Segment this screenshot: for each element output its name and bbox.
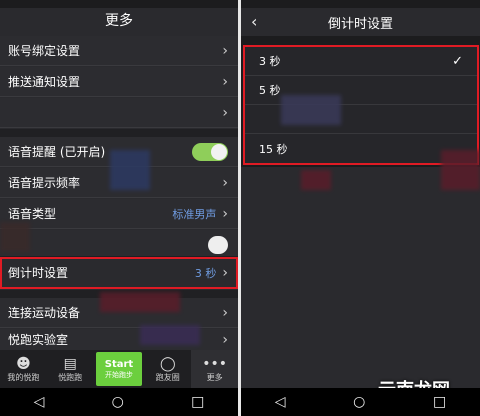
recents-square-icon[interactable]: □ — [433, 394, 446, 410]
system-nav-bar: ◁ ○ □ — [0, 388, 238, 416]
checkmark-icon: ✓ — [452, 53, 463, 69]
screenshot-root: 更多 账号绑定设置 › 推送通知设置 › › 语音提醒 (已开启) 语音提示频率… — [0, 0, 480, 416]
option-label: 3 秒 — [259, 55, 281, 68]
tab-yuepao[interactable]: ▤ 悦跑跑 — [47, 350, 94, 388]
chat-icon: ◯ — [159, 355, 176, 372]
status-bar — [241, 0, 480, 8]
voice-type-value: 标准男声 — [172, 207, 217, 221]
toggle-knob — [211, 143, 227, 160]
empty-area — [241, 167, 480, 388]
menu-item-label: 推送通知设置 — [8, 75, 81, 89]
voice-reminder-toggle[interactable] — [192, 142, 228, 161]
chevron-right-icon: › — [222, 73, 228, 90]
back-triangle-icon[interactable]: ◁ — [34, 394, 45, 410]
user-icon: ☻ — [16, 355, 31, 372]
toggle-knob — [209, 236, 225, 253]
book-icon: ▤ — [63, 355, 77, 372]
start-sublabel: 开始跑步 — [104, 370, 133, 379]
blurred-patch — [100, 292, 180, 312]
tab-label: 悦跑跑 — [58, 372, 83, 382]
menu-item-label: 语音提醒 (已开启) — [8, 145, 106, 159]
menu-item-label: 账号绑定设置 — [8, 44, 81, 58]
menu-item-blank[interactable]: › — [0, 98, 238, 128]
tab-my-profile[interactable]: ☻ 我的悦跑 — [0, 350, 47, 388]
chevron-right-icon: › — [222, 42, 228, 59]
menu-item-push-notifications[interactable]: 推送通知设置 › — [0, 67, 238, 97]
system-nav-bar: ◁ ○ □ — [241, 388, 480, 416]
menu-item-label: 语音类型 — [8, 207, 57, 221]
countdown-option-3s[interactable]: 3 秒 ✓ — [245, 47, 477, 76]
tab-label: 更多 — [206, 372, 223, 382]
page-header: ‹ 倒计时设置 — [241, 8, 480, 36]
chevron-right-icon: › — [222, 174, 228, 191]
tab-label: 我的悦跑 — [7, 372, 40, 382]
chevron-right-icon: › — [222, 304, 228, 321]
tab-friends-circle[interactable]: ◯ 跑友圈 — [144, 350, 191, 388]
page-title: 倒计时设置 — [327, 16, 393, 32]
chevron-right-icon: › — [222, 331, 228, 348]
bottom-tab-bar: ☻ 我的悦跑 ▤ 悦跑跑 Start 开始跑步 ◯ 跑友圈 ••• 更多 — [0, 350, 238, 388]
home-circle-icon[interactable]: ○ — [353, 394, 365, 410]
back-arrow-icon[interactable]: ‹ — [251, 12, 257, 31]
blurred-patch — [110, 150, 150, 190]
menu-item-account-binding[interactable]: 账号绑定设置 › — [0, 36, 238, 66]
section-divider — [0, 129, 238, 137]
chevron-right-icon: › — [222, 205, 228, 222]
countdown-highlight-box — [0, 257, 238, 289]
start-label: Start — [104, 358, 134, 370]
chevron-right-icon: › — [222, 104, 228, 121]
blurred-patch — [301, 170, 331, 190]
blurred-patch — [0, 222, 30, 252]
menu-item-lab[interactable]: 悦跑实验室 › — [0, 329, 238, 351]
blurred-toggle[interactable] — [208, 235, 228, 254]
page-title: 更多 — [0, 8, 238, 34]
start-run-button[interactable]: Start 开始跑步 — [95, 352, 143, 386]
recents-square-icon[interactable]: □ — [191, 394, 204, 410]
more-icon: ••• — [202, 355, 227, 372]
blurred-patch — [140, 325, 200, 345]
blurred-patch — [441, 150, 480, 190]
more-screen: 更多 账号绑定设置 › 推送通知设置 › › 语音提醒 (已开启) 语音提示频率… — [0, 0, 238, 416]
blurred-patch — [281, 95, 341, 125]
countdown-settings-screen: ‹ 倒计时设置 3 秒 ✓ 5 秒 15 秒 云南龙网 ◁ ○ — [241, 0, 480, 416]
countdown-options-highlight: 3 秒 ✓ 5 秒 15 秒 — [243, 45, 479, 165]
countdown-option-5s[interactable]: 5 秒 — [245, 76, 477, 105]
back-triangle-icon[interactable]: ◁ — [275, 394, 286, 410]
option-label: 15 秒 — [259, 142, 288, 156]
tab-label: 跑友圈 — [155, 372, 180, 382]
status-bar — [0, 0, 238, 8]
menu-item-voice-type[interactable]: 语音类型 标准男声 › — [0, 199, 238, 229]
countdown-option-blurred[interactable] — [245, 105, 477, 134]
home-circle-icon[interactable]: ○ — [112, 394, 124, 410]
tab-more[interactable]: ••• 更多 — [191, 350, 238, 388]
